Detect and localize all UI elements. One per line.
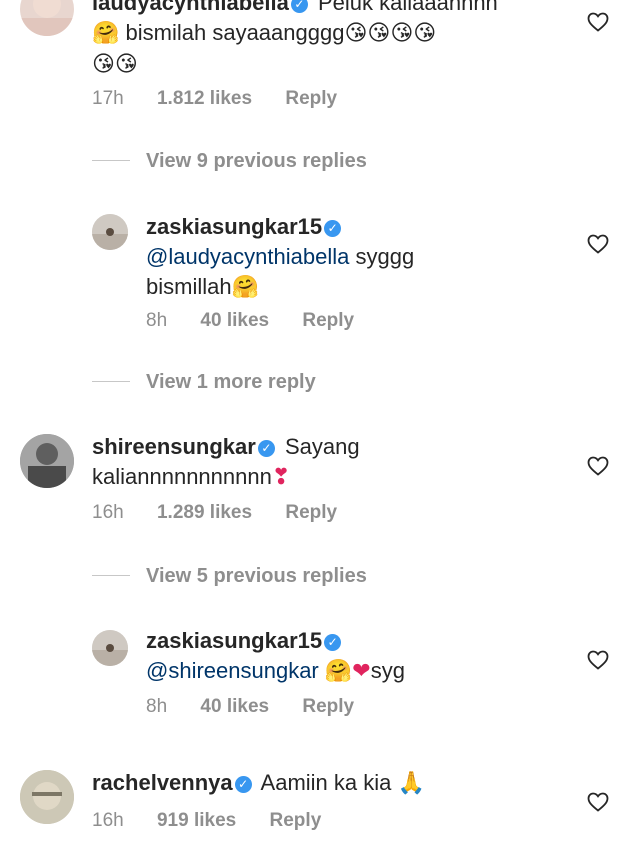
avatar-photo — [20, 770, 74, 824]
reply-button[interactable]: Reply — [270, 810, 322, 831]
avatar-photo — [20, 0, 74, 36]
avatar-photo — [20, 434, 74, 488]
comment-body-line2: bismillah — [146, 274, 232, 299]
mention-link[interactable]: @laudyacynthiabella — [146, 244, 349, 269]
timestamp: 17h — [92, 88, 124, 109]
heart-outline-icon[interactable] — [586, 454, 610, 478]
heart-outline-icon[interactable] — [586, 648, 610, 672]
view-replies-label: View 5 previous replies — [146, 565, 367, 587]
view-replies-label: View 1 more reply — [146, 371, 316, 393]
avatar-photo — [92, 214, 128, 250]
view-more-replies[interactable]: View 1 more reply — [92, 371, 316, 394]
comment-meta: 16h 919 likes Reply — [92, 810, 349, 832]
view-previous-replies[interactable]: View 5 previous replies — [92, 565, 367, 588]
hugging-face-icon: 🤗 — [324, 659, 353, 684]
verified-badge-icon: ✓ — [324, 220, 342, 237]
comment-body: Peluk kaliaaannnn — [317, 0, 498, 15]
hugging-face-icon: 🤗 — [92, 21, 120, 46]
comment-meta: 17h 1.812 likes Reply — [92, 88, 365, 110]
likes-count[interactable]: 919 likes — [157, 810, 236, 831]
timestamp: 16h — [92, 810, 124, 831]
likes-count[interactable]: 40 likes — [200, 696, 269, 717]
verified-badge-icon: ✓ — [324, 634, 342, 651]
username[interactable]: zaskiasungkar15 — [146, 628, 322, 653]
username[interactable]: rachelvennya — [92, 770, 233, 795]
divider — [92, 575, 130, 576]
divider — [92, 160, 130, 161]
heart-outline-icon[interactable] — [586, 790, 610, 814]
reply-button[interactable]: Reply — [285, 502, 337, 523]
heart-outline-icon[interactable] — [586, 10, 610, 34]
red-heart-icon: ❤ — [352, 659, 371, 684]
mention-link[interactable]: @shireensungkar — [146, 658, 319, 683]
kiss-face-icon: 😘😘😘😘 — [344, 21, 437, 46]
avatar-photo — [92, 630, 128, 666]
username[interactable]: shireensungkar — [92, 434, 256, 459]
comment-body: syg — [370, 658, 405, 683]
hugging-face-icon: 🤗 — [231, 275, 259, 300]
comment-meta: 8h 40 likes Reply — [146, 310, 382, 332]
verified-badge-icon: ✓ — [234, 776, 252, 793]
likes-count[interactable]: 1.289 likes — [157, 502, 252, 523]
timestamp: 8h — [146, 310, 168, 331]
username[interactable]: laudyacynthiabella — [92, 0, 289, 15]
reply-button[interactable]: Reply — [302, 310, 354, 331]
view-replies-label: View 9 previous replies — [146, 150, 367, 172]
comment-text: shireensungkar ✓ Sayang kaliannnnnnnnnnn❣ — [92, 432, 572, 493]
red-exclamation-icon: ❣ — [271, 465, 291, 490]
avatar[interactable] — [92, 630, 128, 666]
comment-meta: 8h 40 likes Reply — [146, 696, 382, 718]
likes-count[interactable]: 1.812 likes — [157, 88, 252, 109]
reply-button[interactable]: Reply — [285, 88, 337, 109]
folded-hands-icon: 🙏 — [397, 771, 425, 796]
avatar[interactable] — [20, 0, 74, 36]
heart-outline-icon[interactable] — [586, 232, 610, 256]
avatar[interactable] — [20, 770, 74, 824]
comment-body: Sayang — [284, 434, 360, 459]
comment-text: zaskiasungkar15 ✓ @shireensungkar 🤗❤syg — [146, 626, 586, 687]
avatar[interactable] — [20, 434, 74, 488]
comment-meta: 16h 1.289 likes Reply — [92, 502, 365, 524]
comment-body: Aamiin ka kia — [260, 770, 392, 795]
timestamp: 16h — [92, 502, 124, 523]
username[interactable]: zaskiasungkar15 — [146, 214, 322, 239]
comment-text: laudyacynthiabella ✓ Peluk kaliaaannnn 🤗 … — [92, 0, 572, 80]
comment-text: rachelvennya ✓ Aamiin ka kia 🙏 — [92, 768, 572, 799]
divider — [92, 381, 130, 382]
kiss-face-icon: 😘😘 — [92, 52, 138, 77]
verified-badge-icon: ✓ — [290, 0, 308, 13]
likes-count[interactable]: 40 likes — [200, 310, 269, 331]
comment-text: zaskiasungkar15 ✓ @laudyacynthiabella syg… — [146, 212, 586, 303]
avatar[interactable] — [92, 214, 128, 250]
verified-badge-icon: ✓ — [257, 440, 275, 457]
comment-body: syggg — [349, 244, 415, 269]
timestamp: 8h — [146, 696, 168, 717]
comment-body-line2: kaliannnnnnnnnnn — [92, 464, 272, 489]
reply-button[interactable]: Reply — [302, 696, 354, 717]
comment-body-line2: bismilah sayaaangggg — [125, 20, 345, 45]
view-previous-replies[interactable]: View 9 previous replies — [92, 150, 367, 173]
